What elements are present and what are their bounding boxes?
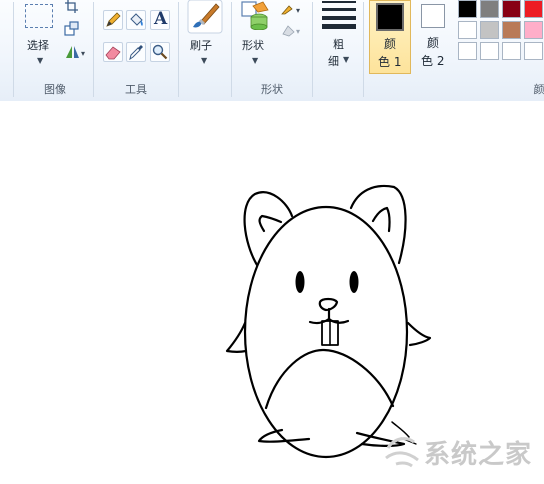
- brushes-label[interactable]: 刷子: [190, 37, 212, 53]
- palette-swatch[interactable]: [524, 21, 543, 39]
- drawing-canvas[interactable]: 系统之家: [0, 101, 544, 484]
- palette-swatch[interactable]: [502, 21, 521, 39]
- left-ear-outer: [243, 191, 294, 267]
- right-eye: [349, 271, 359, 293]
- ribbon-separator: [363, 2, 364, 97]
- magnifier-icon: [152, 44, 168, 60]
- shapes-icon[interactable]: [240, 0, 270, 30]
- pencil-tool[interactable]: [103, 10, 123, 30]
- shapes-dropdown-caret[interactable]: ▼: [252, 56, 258, 65]
- left-arm: [225, 321, 248, 353]
- palette-swatch[interactable]: [524, 42, 543, 60]
- select-dropdown-caret[interactable]: ▼: [37, 56, 43, 65]
- left-ear-inner: [258, 214, 283, 233]
- svg-text:▾: ▾: [296, 27, 300, 36]
- paint-bucket-icon: [130, 13, 143, 26]
- text-tool-glyph: A: [154, 9, 168, 29]
- palette-swatch[interactable]: [458, 0, 477, 18]
- palette-swatch[interactable]: [524, 0, 543, 18]
- ribbon-separator: [231, 2, 232, 97]
- fill-tool[interactable]: [126, 10, 146, 30]
- watermark-text: 系统之家: [424, 440, 533, 470]
- svg-text:▾: ▾: [296, 6, 300, 15]
- brushes-dropdown-caret[interactable]: ▼: [201, 56, 207, 65]
- belly-line: [264, 348, 395, 410]
- magnifier-tool[interactable]: [150, 42, 170, 62]
- ribbon-separator: [178, 2, 179, 97]
- palette-swatch[interactable]: [480, 0, 499, 18]
- svg-text:▾: ▾: [81, 49, 85, 58]
- color1-button[interactable]: 颜 色 1: [369, 0, 411, 74]
- ribbon-separator: [312, 2, 313, 97]
- size-dropdown-caret[interactable]: ▼: [343, 55, 349, 64]
- palette-swatch[interactable]: [502, 42, 521, 60]
- shapes-label[interactable]: 形状: [242, 37, 264, 53]
- size-label-line1[interactable]: 粗: [333, 36, 344, 52]
- tools-group-label: 工具: [125, 83, 147, 96]
- left-eye: [295, 271, 305, 293]
- left-foot: [257, 428, 311, 443]
- image-group-label: 图像: [44, 83, 66, 96]
- body-outline: [243, 205, 409, 459]
- ribbon: 选择 ▼ ▾ 图像 A 工具 刷子 ▼ 形状 ▼ ▾ ▾ 形状 粗 细 ▼ 颜 …: [0, 0, 544, 102]
- palette-swatch[interactable]: [458, 21, 477, 39]
- color2-label-line2: 色 2: [421, 54, 445, 68]
- color-palette: [456, 0, 544, 62]
- watermark: 系统之家: [380, 428, 542, 474]
- fill-shape-icon[interactable]: ▾: [280, 22, 306, 38]
- pencil-icon: [106, 12, 121, 27]
- resize-icon[interactable]: [64, 21, 80, 37]
- select-label[interactable]: 选择: [27, 37, 49, 53]
- right-arm: [406, 321, 432, 347]
- shapes-group-label: 形状: [261, 83, 283, 96]
- hamster-drawing: [225, 184, 432, 459]
- select-icon[interactable]: [25, 4, 53, 28]
- outline-icon[interactable]: ▾: [280, 2, 306, 16]
- color1-label-line2: 色 1: [378, 55, 402, 69]
- rotate-icon[interactable]: ▾: [64, 44, 88, 60]
- palette-swatch[interactable]: [480, 42, 499, 60]
- line-size-icon[interactable]: [322, 0, 356, 30]
- color2-label-line1: 颜: [427, 36, 440, 50]
- eyedropper-icon: [129, 45, 143, 61]
- text-tool[interactable]: A: [150, 9, 170, 30]
- size-label-line2[interactable]: 细: [328, 53, 339, 69]
- brush-icon[interactable]: [187, 0, 223, 34]
- watermark-logo-icon: [385, 437, 419, 468]
- ribbon-separator: [13, 2, 14, 97]
- color2-swatch: [421, 4, 445, 28]
- right-ear-outer: [349, 184, 407, 265]
- color2-button[interactable]: 颜 色 2: [414, 0, 454, 74]
- eraser-icon: [105, 46, 121, 60]
- ribbon-separator: [93, 2, 94, 97]
- palette-swatch[interactable]: [502, 0, 521, 18]
- color1-swatch: [376, 3, 404, 31]
- color1-label-line1: 颜: [384, 37, 397, 51]
- eraser-tool[interactable]: [103, 42, 123, 62]
- color-picker-tool[interactable]: [126, 42, 146, 62]
- crop-icon[interactable]: [64, 0, 80, 14]
- palette-swatch[interactable]: [480, 21, 499, 39]
- right-ear-inner: [371, 206, 391, 233]
- palette-swatch[interactable]: [458, 42, 477, 60]
- colors-group-label-partial: 颜: [533, 83, 544, 96]
